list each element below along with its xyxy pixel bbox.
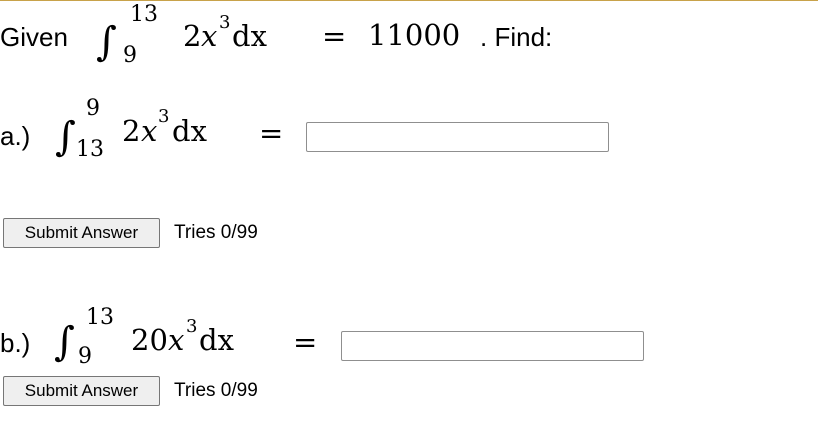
given-value: 11000 — [368, 18, 461, 52]
integrand-variable: x — [201, 19, 218, 53]
upper-limit: 13 — [86, 305, 114, 330]
equals-sign: = — [259, 116, 284, 150]
integral-sign: ∫ — [54, 319, 75, 365]
integrand-variable: x — [168, 323, 185, 357]
top-divider — [0, 0, 818, 1]
upper-limit: 13 — [130, 2, 158, 27]
equals-sign: = — [322, 19, 347, 53]
part-b-tries-counter: Tries 0/99 — [174, 380, 258, 401]
integrand-coefficient: 2 — [183, 19, 202, 53]
integrand-exponent: 3 — [219, 12, 231, 33]
part-a-submit-button[interactable]: Submit Answer — [3, 218, 160, 248]
find-label: . Find: — [480, 22, 553, 52]
integrand-exponent: 3 — [186, 316, 198, 337]
part-a-tries-counter: Tries 0/99 — [174, 222, 258, 243]
lower-limit: 9 — [78, 344, 92, 369]
integral-sign: ∫ — [96, 19, 117, 65]
equals-sign: = — [293, 325, 318, 359]
part-a-answer-input[interactable] — [306, 122, 609, 152]
upper-limit: 9 — [86, 96, 100, 121]
part-b-label: b.) — [0, 328, 31, 358]
differential: dx — [232, 19, 267, 53]
differential: dx — [172, 114, 207, 148]
part-b-answer-input[interactable] — [341, 331, 644, 361]
integrand-coefficient: 2 — [122, 114, 141, 148]
integral-sign: ∫ — [55, 114, 76, 160]
lower-limit: 13 — [76, 137, 104, 162]
part-b-submit-button[interactable]: Submit Answer — [3, 376, 160, 406]
differential: dx — [199, 323, 234, 357]
integrand-coefficient: 20 — [131, 323, 168, 357]
lower-limit: 9 — [123, 43, 137, 68]
integrand-exponent: 3 — [158, 106, 170, 127]
part-a-label: a.) — [0, 121, 31, 151]
given-label: Given — [0, 22, 68, 52]
integrand-variable: x — [141, 114, 158, 148]
